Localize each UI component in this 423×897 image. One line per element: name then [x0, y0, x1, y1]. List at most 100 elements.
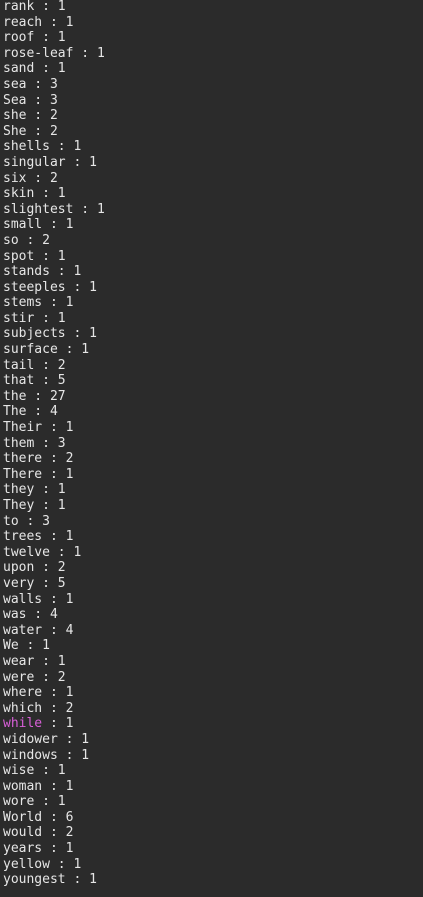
word-text: that [3, 373, 35, 389]
count-text: 1 [81, 731, 90, 747]
count-text: 3 [49, 76, 58, 92]
count-text: 2 [49, 170, 58, 186]
count-text: 1 [89, 154, 97, 170]
separator-text: : [18, 513, 43, 529]
word-text: trees [3, 529, 43, 545]
output-line: yellow : 1 [3, 857, 105, 873]
count-text: 2 [57, 357, 66, 373]
count-text: 3 [49, 92, 58, 108]
word-text: spot [3, 248, 35, 264]
count-text: 1 [57, 310, 66, 326]
word-text: woman [3, 778, 43, 794]
output-line: so : 2 [3, 233, 105, 249]
word-text: was [3, 607, 27, 623]
word-text: tail [3, 357, 35, 373]
word-text: singular [3, 154, 66, 170]
output-line: that : 5 [3, 373, 105, 389]
count-text: 1 [73, 544, 82, 560]
output-line: Their : 1 [3, 420, 105, 436]
output-line: wear : 1 [3, 654, 105, 670]
separator-text: : [34, 482, 58, 498]
word-text: rose-leaf [3, 45, 74, 61]
word-text: walls [3, 591, 43, 607]
word-text: which [3, 700, 43, 716]
separator-text: : [34, 0, 58, 14]
separator-text: : [42, 529, 66, 545]
output-line: small : 1 [3, 217, 105, 233]
output-line: she : 2 [3, 108, 105, 124]
word-text: subjects [3, 326, 66, 342]
count-text: 2 [42, 232, 50, 248]
count-text: 1 [73, 264, 82, 280]
word-text: shells [3, 139, 50, 155]
word-text: stems [3, 295, 43, 311]
word-text: Sea [3, 92, 27, 108]
word-text: there [3, 451, 43, 467]
count-text: 1 [65, 591, 74, 607]
count-text: 2 [57, 669, 66, 685]
count-text: 4 [49, 607, 58, 623]
output-line: six : 2 [3, 171, 105, 187]
count-text: 2 [65, 825, 74, 841]
output-line: wore : 1 [3, 794, 105, 810]
word-text: wise [3, 763, 35, 779]
separator-text: : [34, 248, 58, 264]
count-text: 2 [49, 108, 58, 124]
separator-text: : [42, 622, 66, 638]
word-text: youngest [3, 872, 66, 888]
word-text: upon [3, 560, 35, 576]
output-line: trees : 1 [3, 529, 105, 545]
separator-text: : [49, 264, 74, 280]
separator-text: : [34, 373, 58, 389]
separator-text: : [26, 170, 50, 186]
separator-text: : [49, 856, 74, 872]
output-line: stands : 1 [3, 264, 105, 280]
terminal-window[interactable]: rank : 1 reach : 1 roof : 1 rose-leaf : 1 sa… [0, 0, 423, 897]
separator-text: : [34, 61, 58, 77]
count-text: 1 [65, 295, 74, 311]
word-text: World [3, 809, 43, 825]
separator-text: : [34, 653, 58, 669]
output-line: The : 4 [3, 404, 105, 420]
output-line: would : 2 [3, 825, 105, 841]
output-line: wise : 1 [3, 763, 105, 779]
word-count-output: rank : 1 reach : 1 roof : 1 rose-leaf : 1 sa… [3, 0, 105, 888]
separator-text: : [57, 731, 82, 747]
count-text: 1 [65, 778, 74, 794]
word-text: There [3, 466, 43, 482]
output-line: woman : 1 [3, 779, 105, 795]
output-line: very : 5 [3, 576, 105, 592]
word-text: were [3, 669, 35, 685]
output-line: rose-leaf : 1 [3, 46, 105, 62]
word-text: yellow [3, 856, 50, 872]
count-text: 1 [57, 482, 66, 498]
output-line: the : 27 [3, 389, 105, 405]
separator-text: : [26, 404, 50, 420]
word-text: roof [3, 30, 35, 46]
output-line: There : 1 [3, 467, 105, 483]
word-text: We [3, 638, 19, 654]
count-text: 1 [57, 0, 66, 14]
output-line: there : 2 [3, 451, 105, 467]
word-text: wear [3, 653, 35, 669]
word-text: them [3, 435, 35, 451]
count-text: 1 [89, 872, 97, 888]
separator-text: : [26, 92, 50, 108]
separator-text: : [18, 232, 43, 248]
separator-text: : [42, 685, 66, 701]
separator-text: : [57, 342, 82, 358]
count-text: 1 [65, 529, 74, 545]
count-text: 1 [57, 30, 66, 46]
output-line: walls : 1 [3, 592, 105, 608]
separator-text: : [42, 778, 66, 794]
count-text: 1 [42, 638, 50, 654]
count-text: 4 [49, 404, 58, 420]
count-text: 1 [57, 794, 66, 810]
separator-text: : [49, 139, 74, 155]
output-line: subjects : 1 [3, 326, 105, 342]
output-line: singular : 1 [3, 155, 105, 171]
count-text: 5 [57, 575, 66, 591]
count-text: 1 [65, 716, 74, 732]
count-text: 3 [42, 513, 50, 529]
count-text: 2 [65, 700, 74, 716]
